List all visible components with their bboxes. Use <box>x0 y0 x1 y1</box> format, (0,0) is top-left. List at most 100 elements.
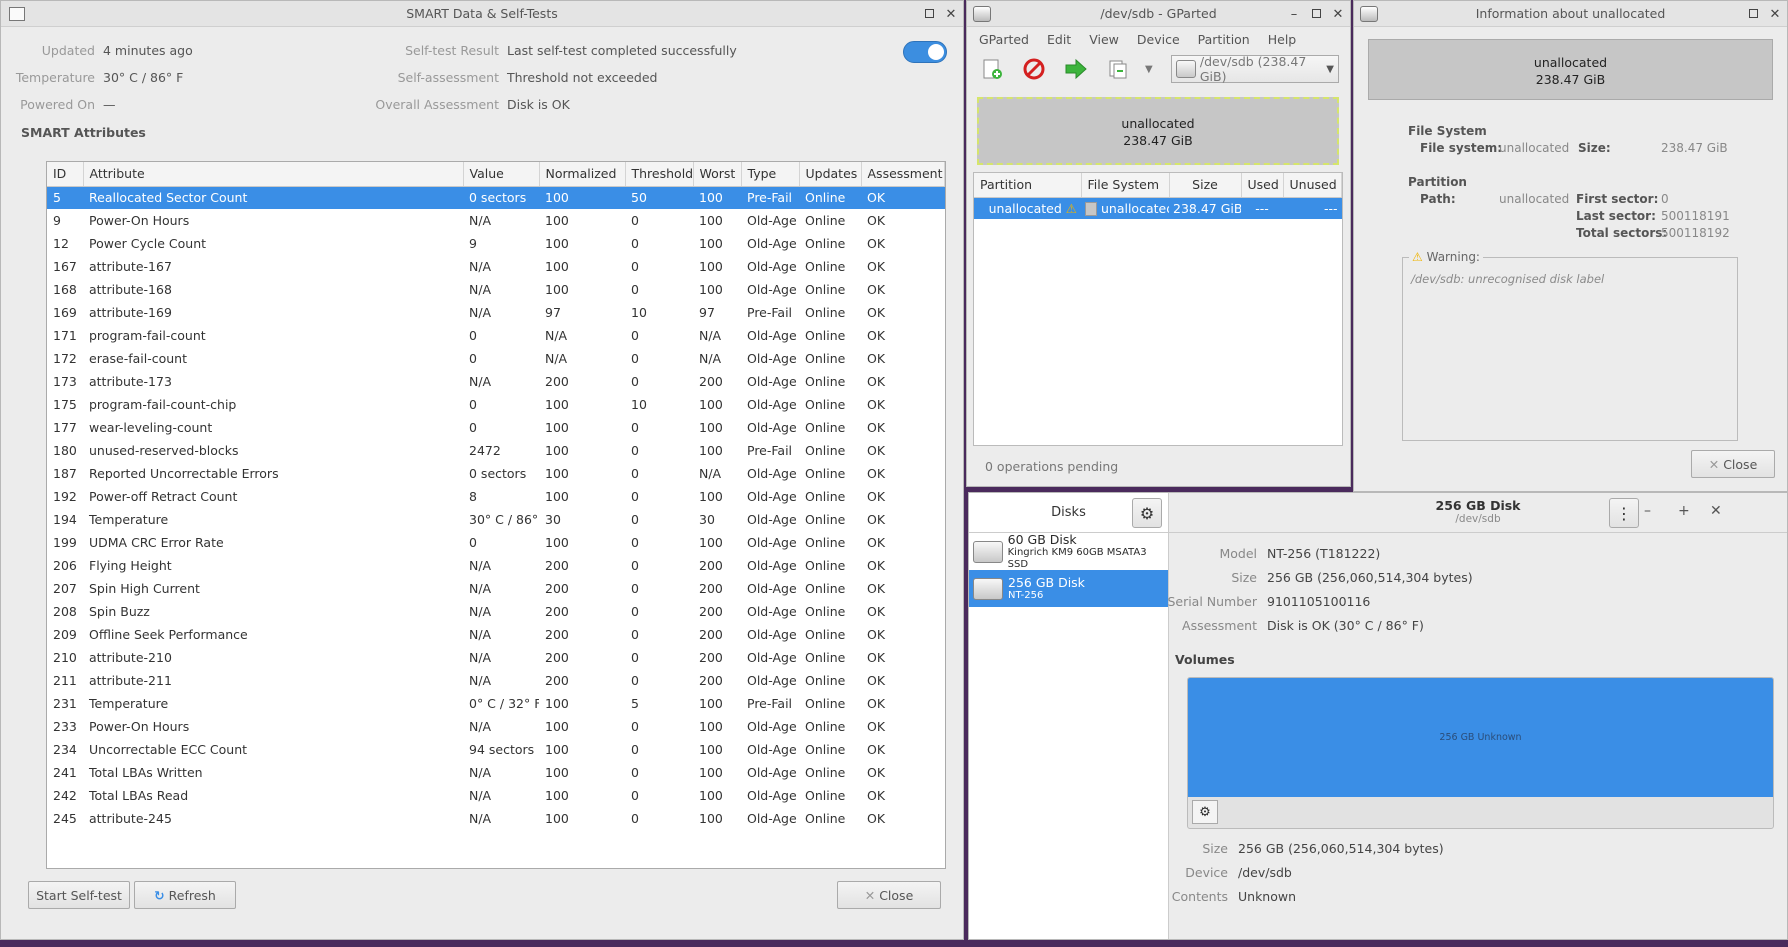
smart-attributes-table[interactable]: ID Attribute Value Normalized Threshold Worst… <box>46 161 946 869</box>
disk-item-60gb[interactable]: 60 GB Disk Kingrich KM9 60GB MSATA3 SSD <box>969 532 1168 570</box>
cell-type: Old-Age <box>747 236 797 251</box>
table-row[interactable]: 241 Total LBAs Written N/A 100 0 100 Old-Age On… <box>47 761 945 784</box>
col-type[interactable]: Type <box>741 162 800 187</box>
close-icon[interactable]: ✕ <box>1332 7 1344 22</box>
col-partition[interactable]: Partition <box>974 173 1082 198</box>
table-row[interactable]: 199 UDMA CRC Error Rate 0 100 0 100 Old-Age Onl… <box>47 531 945 554</box>
table-row[interactable]: 245 attribute-245 N/A 100 0 100 Old-Age Online O… <box>47 807 945 830</box>
cell-updates: Online <box>805 604 846 619</box>
table-row[interactable]: 211 attribute-211 N/A 200 0 200 Old-Age Online O… <box>47 669 945 692</box>
table-row[interactable]: 242 Total LBAs Read N/A 100 0 100 Old-Age Onlin… <box>47 784 945 807</box>
cell-attribute: Reported Uncorrectable Errors <box>89 466 279 481</box>
table-row[interactable]: 5 Reallocated Sector Count 0 sectors 100 50 1… <box>47 186 945 209</box>
cell-type: Old-Age <box>747 742 797 757</box>
table-row[interactable]: 9 Power-On Hours N/A 100 0 100 Old-Age Online OK <box>47 209 945 232</box>
updated-label: Updated <box>41 43 95 58</box>
cell-threshold: 0 <box>631 328 639 343</box>
table-row[interactable]: 172 erase-fail-count 0 N/A 0 N/A Old-Age Online… <box>47 347 945 370</box>
table-row[interactable]: 194 Temperature 30° C / 86° F 30 0 30 Old-Age O… <box>47 508 945 531</box>
assessment-row: Assessment Disk is OK (30° C / 86° F) <box>1182 618 1424 633</box>
close-icon[interactable]: ✕ <box>1769 7 1781 22</box>
table-row[interactable]: 175 program-fail-count-chip 0 100 10 100 Old-A… <box>47 393 945 416</box>
table-row[interactable]: 210 attribute-210 N/A 200 0 200 Old-Age Online O… <box>47 646 945 669</box>
col-size[interactable]: Size <box>1169 173 1242 198</box>
chevron-down-icon[interactable]: ▼ <box>1145 64 1153 75</box>
menu-gparted[interactable]: GParted <box>979 32 1029 47</box>
table-row[interactable]: 12 Power Cycle Count 9 100 0 100 Old-Age Online… <box>47 232 945 255</box>
disk-item-256gb[interactable]: 256 GB Disk NT-256 <box>969 570 1168 607</box>
total-sectors-value: 500118192 <box>1661 226 1730 240</box>
info-close-button[interactable]: ✕ Close <box>1691 450 1775 478</box>
menu-edit[interactable]: Edit <box>1047 32 1071 47</box>
close-icon[interactable]: ✕ <box>945 7 957 22</box>
table-row[interactable]: 167 attribute-167 N/A 100 0 100 Old-Age Online O… <box>47 255 945 278</box>
menu-device[interactable]: Device <box>1137 32 1180 47</box>
cell-threshold: 5 <box>631 696 639 711</box>
smart-enable-toggle[interactable] <box>903 41 947 63</box>
volume-gear-icon[interactable]: ⚙ <box>1192 800 1218 824</box>
cell-assessment: OK <box>867 788 886 803</box>
maximize-icon[interactable] <box>1747 7 1759 22</box>
cell-worst: 100 <box>699 397 723 412</box>
table-row[interactable]: 173 attribute-173 N/A 200 0 200 Old-Age Online O… <box>47 370 945 393</box>
table-row[interactable]: 177 wear-leveling-count 0 100 0 100 Old-Age Onl… <box>47 416 945 439</box>
table-row[interactable]: 231 Temperature 0° C / 32° F 100 5 100 Pre-Fai… <box>47 692 945 715</box>
col-worst[interactable]: Worst <box>693 162 742 187</box>
col-file-system[interactable]: File System <box>1081 173 1170 198</box>
cell-normalized: 200 <box>545 627 569 642</box>
table-row[interactable]: 169 attribute-169 N/A 97 10 97 Pre-Fail Online O… <box>47 301 945 324</box>
cell-attribute: Spin Buzz <box>89 604 150 619</box>
volume-segment[interactable]: 256 GB Unknown <box>1188 678 1773 797</box>
col-updates[interactable]: Updates <box>799 162 862 187</box>
close-icon[interactable]: ✕ <box>1710 503 1722 519</box>
cell-type: Old-Age <box>747 213 797 228</box>
maximize-icon[interactable] <box>923 7 935 22</box>
col-id[interactable]: ID <box>47 162 84 187</box>
col-normalized[interactable]: Normalized <box>539 162 626 187</box>
minimize-icon[interactable]: – <box>1288 7 1300 22</box>
partition-row[interactable]: unallocated ⚠ unallocated 238.47 GiB ---… <box>974 197 1342 219</box>
col-threshold[interactable]: Threshold <box>625 162 694 187</box>
disk-map-unallocated[interactable]: unallocated 238.47 GiB <box>977 97 1339 165</box>
col-value[interactable]: Value <box>463 162 540 187</box>
table-row[interactable]: 234 Uncorrectable ECC Count 94 sectors 100 0… <box>47 738 945 761</box>
table-row[interactable]: 187 Reported Uncorrectable Errors 0 sector… <box>47 462 945 485</box>
table-row[interactable]: 233 Power-On Hours N/A 100 0 100 Old-Age Online… <box>47 715 945 738</box>
cell-threshold: 0 <box>631 558 639 573</box>
table-row[interactable]: 208 Spin Buzz N/A 200 0 200 Old-Age Online OK <box>47 600 945 623</box>
col-used[interactable]: Used <box>1241 173 1284 198</box>
kebab-menu-icon[interactable]: ⋮ <box>1609 498 1639 528</box>
delete-partition-icon[interactable] <box>1019 54 1049 84</box>
maximize-icon[interactable]: + <box>1678 503 1690 519</box>
table-row[interactable]: 192 Power-off Retract Count 8 100 0 100 Old-Ag… <box>47 485 945 508</box>
gear-icon[interactable]: ⚙ <box>1132 498 1162 528</box>
table-row[interactable]: 206 Flying Height N/A 200 0 200 Old-Age Online O… <box>47 554 945 577</box>
cell-attribute: Temperature <box>89 696 169 711</box>
volume-graph[interactable]: 256 GB Unknown ⚙ <box>1187 677 1774 829</box>
new-partition-icon[interactable] <box>977 54 1007 84</box>
partition-table[interactable]: Partition File System Size Used Unused u… <box>973 172 1343 446</box>
menu-help[interactable]: Help <box>1268 32 1297 47</box>
table-row[interactable]: 209 Offline Seek Performance N/A 200 0 200 Old… <box>47 623 945 646</box>
copy-icon[interactable] <box>1103 54 1133 84</box>
table-row[interactable]: 180 unused-reserved-blocks 2472 100 0 100 Pre-… <box>47 439 945 462</box>
smart-close-button[interactable]: ✕ Close <box>837 881 941 909</box>
minimize-icon[interactable]: – <box>1644 503 1651 519</box>
cell-attribute: Power-off Retract Count <box>89 489 238 504</box>
device-selector[interactable]: /dev/sdb (238.47 GiB) ▼ <box>1171 54 1339 84</box>
col-attribute[interactable]: Attribute <box>83 162 464 187</box>
table-row[interactable]: 168 attribute-168 N/A 100 0 100 Old-Age Online O… <box>47 278 945 301</box>
col-assessment[interactable]: Assessment <box>861 162 945 187</box>
table-row[interactable]: 207 Spin High Current N/A 200 0 200 Old-Age Onl… <box>47 577 945 600</box>
menu-partition[interactable]: Partition <box>1198 32 1250 47</box>
maximize-icon[interactable] <box>1310 7 1322 22</box>
start-selftest-button[interactable]: Start Self-test <box>28 881 130 909</box>
apply-arrow-icon[interactable] <box>1061 54 1091 84</box>
col-unused[interactable]: Unused <box>1283 173 1342 198</box>
cell-id: 241 <box>53 765 77 780</box>
table-row[interactable]: 171 program-fail-count 0 N/A 0 N/A Old-Age Onli… <box>47 324 945 347</box>
cell-attribute: attribute-245 <box>89 811 172 826</box>
cell-normalized: 100 <box>545 811 569 826</box>
menu-view[interactable]: View <box>1089 32 1119 47</box>
refresh-button[interactable]: ↻ Refresh <box>134 881 236 909</box>
